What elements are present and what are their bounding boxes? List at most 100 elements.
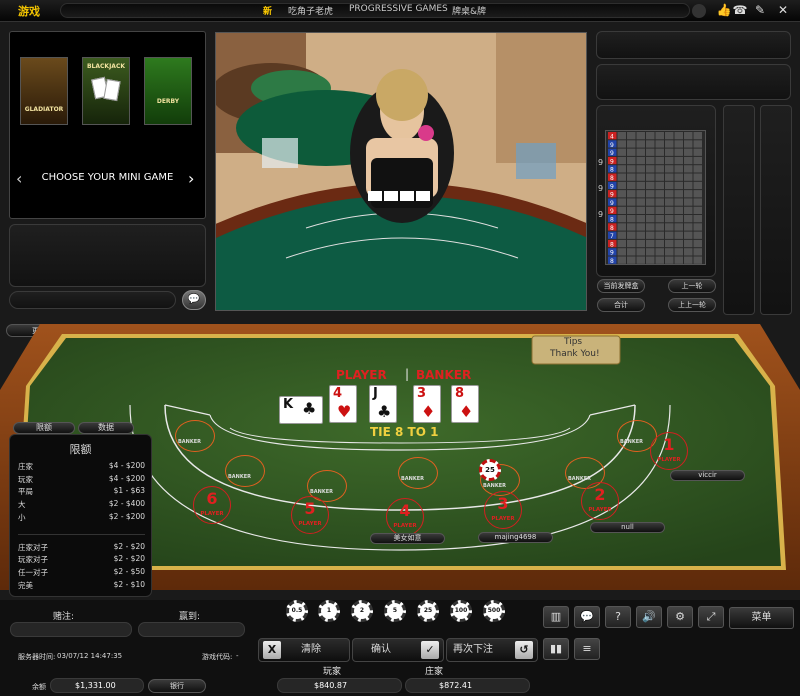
menu-button[interactable]: 菜单 [729,607,794,629]
chip-button[interactable]: 100 [450,600,472,622]
chip-button[interactable]: 25 [417,600,439,622]
history-cell [617,231,626,239]
confirm-button[interactable]: 确认 ✓ [352,638,444,662]
history-cell [674,156,683,165]
limits-panel: 限额 庄家 $4 - $200 玩家 $4 - $200 平局 $1 - $63 大 $2 -… [9,434,152,597]
settings-icon[interactable]: ✎ [752,2,768,18]
history-cell [646,231,655,239]
nav-slots[interactable]: 吃角子老虎 [288,4,333,17]
tab-limits[interactable]: 限额 [13,422,75,434]
player-total-field: $840.87 [277,678,402,693]
help-icon[interactable]: ? [605,606,631,628]
prev-prev-round-button[interactable]: 上上一轮 [668,298,716,312]
history-cell [617,239,626,248]
info-panel-mid [596,64,791,100]
banker-bet-spot[interactable]: BANKER [175,420,215,452]
seat-number: 3 [497,494,509,513]
history-cell [655,248,664,256]
chat-panel [9,224,206,287]
playing-card: K ♣ [279,396,323,424]
history-cell [684,132,693,140]
history-label: 9 [610,150,614,157]
player-seat-spot[interactable]: 4 PLAYER [386,498,424,536]
phone-icon[interactable]: ☎ [732,2,748,18]
stats-icon[interactable]: ▮▮ [543,638,569,660]
current-shoe-button[interactable]: 当前发牌盒 [597,279,645,293]
limit-row: 任一对子 $2 - $50 [18,567,145,578]
chip-button[interactable]: 5 [384,600,406,622]
card-rank: 4 [333,386,343,401]
chat-send-icon[interactable]: 💬 [182,290,206,310]
player-spot-label: PLAYER [657,457,681,463]
history-cell [627,198,636,206]
nav-progressive[interactable]: PROGRESSIVE GAMES [349,4,448,14]
history-cell [665,140,674,148]
chips-stack-icon[interactable]: ≡ [574,638,600,660]
history-cell [636,248,645,256]
history-cell [617,173,626,181]
chip-button[interactable]: 500 [483,600,505,622]
mini-game-gladiator[interactable]: GLADIATOR [20,57,68,125]
history-cell [684,248,693,256]
next-arrow-icon[interactable]: › [188,169,194,188]
chat-input[interactable] [9,291,176,309]
history-cell [627,239,636,248]
history-cell [627,248,636,256]
sound-icon[interactable]: 🔊 [636,606,662,628]
banker-spot-label: BANKER [620,439,644,445]
history-cell [646,256,655,264]
history-label: 4 [610,134,614,141]
thumbs-up-icon[interactable]: 👍 [716,2,732,18]
total-button[interactable]: 合计 [597,298,645,312]
fullscreen-icon[interactable]: ⤢ [698,606,724,628]
player-seat-spot[interactable]: 1 PLAYER [650,432,688,470]
card-suit: ♣ [302,399,317,418]
balance-field: $1,331.00 [50,678,144,693]
history-cell [684,231,693,239]
cashier-button[interactable]: 银行 [148,679,206,693]
history-label: 9 [610,142,614,149]
player-seat-spot[interactable]: 5 PLAYER [291,496,329,534]
history-icon[interactable]: ▥ [543,606,569,628]
prev-round-button[interactable]: 上一轮 [668,279,716,293]
tab-data[interactable]: 数据 [78,422,134,434]
player-seat-spot[interactable]: 3 PLAYER [484,491,522,529]
seat-number: 4 [399,501,411,520]
history-cell [655,206,664,214]
history-cell [693,181,702,190]
chip-button[interactable]: 0.5 [286,600,308,622]
chat-icon[interactable]: 💬 [574,606,600,628]
scroll-dot-icon[interactable] [692,4,706,18]
history-cell [655,231,664,239]
history-cell [665,239,674,248]
history-cell [627,173,636,181]
limit-row: 庄家对子 $2 - $20 [18,542,145,553]
banker-bet-spot[interactable]: BANKER [225,455,265,487]
banker-bet-spot[interactable]: BANKER [398,457,438,489]
chip-button[interactable]: 1 [318,600,340,622]
card-rank: J [373,386,378,401]
chip-button[interactable]: 2 [351,600,373,622]
tips-line1: Tips [564,337,583,347]
card-rank: 3 [417,386,427,401]
close-icon[interactable]: ✕ [775,2,791,18]
history-cell [693,223,702,231]
history-cell [674,132,683,140]
history-cell [665,165,674,173]
player-seat-spot[interactable]: 2 PLAYER [581,482,619,520]
settings-gear-icon[interactable]: ⚙ [667,606,693,628]
history-cell [636,156,645,165]
limit-value: $2 - $200 [108,512,145,521]
player-total-label: 玩家 [322,667,341,677]
placed-chip: 25 [479,459,501,481]
history-cell [646,206,655,214]
nav-new[interactable]: 新 [263,4,272,17]
nav-table-games[interactable]: 牌桌&牌 [452,4,486,17]
player-seat-spot[interactable]: 6 PLAYER [193,486,231,524]
clear-button[interactable]: X 清除 [258,638,350,662]
mini-game-blackjack[interactable]: BLACKJACK [82,57,130,125]
mini-game-derby[interactable]: DERBY [144,57,192,125]
rebet-button[interactable]: 再次下注 ↺ [446,638,538,662]
history-label: 8 [610,225,614,232]
history-label: 8 [610,175,614,182]
